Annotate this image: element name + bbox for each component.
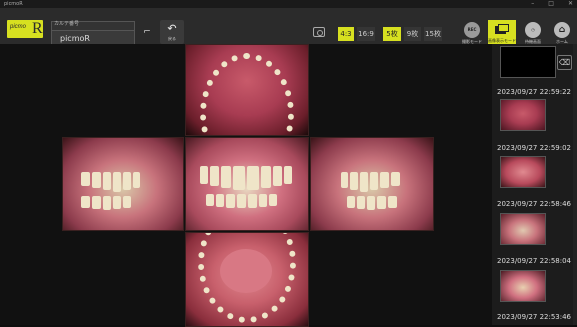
thumbnail-timestamp: 2023/09/27 22:59:02 (497, 144, 572, 152)
logo-text: picmo (10, 24, 27, 30)
picmor-logo: picmo R (7, 20, 43, 38)
logo-letter: R (32, 20, 43, 37)
thumbnail-timestamp: 2023/09/27 22:53:46 (497, 313, 572, 321)
aspect-4-3-button[interactable]: 4:3 (338, 27, 354, 41)
thumbnail-item[interactable] (500, 99, 546, 131)
window-controls: – □ ✕ (527, 0, 573, 8)
toolbar: picmo R カルテ番号 picmoR ⌐ ↶ 戻る 4:3 16:9 5枚 … (0, 8, 577, 48)
patient-id-label: カルテ番号 (54, 21, 80, 27)
thumbnail-image (500, 213, 546, 245)
thumbnail-timestamp: 2023/09/27 22:58:46 (497, 200, 572, 208)
photo-layout (0, 44, 492, 327)
sidebar-scrollbar[interactable] (573, 44, 577, 325)
photo-upper-occlusal[interactable] (185, 44, 309, 136)
photo-frontal[interactable] (185, 137, 309, 231)
photo-lower-occlusal[interactable] (185, 232, 309, 327)
thumbnail-image (500, 156, 546, 188)
back-button[interactable]: ↶ 戻る (160, 20, 184, 44)
thumbnail-sidebar: ⌫ 2023/09/27 22:59:22 2023/09/27 22:59:0… (492, 44, 577, 325)
home-icon: ⌂ (554, 22, 570, 38)
eraser-icon[interactable]: ⌫ (557, 55, 572, 70)
undo-arrow-icon: ↶ (167, 22, 177, 35)
patient-id-field[interactable]: picmoR (51, 30, 135, 45)
edit-icon[interactable]: ⌐ (140, 25, 154, 39)
thumbnail-timestamp: 2023/09/27 22:58:04 (497, 257, 572, 265)
maximize-icon[interactable]: □ (544, 0, 554, 8)
camera-icon[interactable] (313, 27, 325, 37)
thumbnail-item[interactable] (500, 213, 546, 245)
gallery-icon (495, 24, 509, 34)
aspect-16-9-button[interactable]: 16:9 (357, 27, 375, 41)
thumbnail-timestamp: 2023/09/27 22:59:22 (497, 88, 572, 96)
thumbnail-image (500, 99, 546, 131)
thumbnail-item[interactable] (500, 270, 546, 302)
thumbnail-image (500, 270, 546, 302)
minimize-icon[interactable]: – (527, 0, 534, 8)
title-bar: picmoR – □ ✕ (0, 0, 577, 8)
thumbnail-image (500, 46, 556, 78)
rec-icon: REC (464, 22, 480, 38)
photo-right-lateral[interactable] (310, 137, 434, 231)
count-15-button[interactable]: 15枚 (424, 27, 442, 41)
count-5-button[interactable]: 5枚 (383, 27, 401, 41)
window-title: picmoR (4, 1, 23, 7)
photo-left-lateral[interactable] (62, 137, 184, 231)
close-icon[interactable]: ✕ (564, 0, 573, 8)
back-label: 戻る (168, 36, 176, 41)
count-9-button[interactable]: 9枚 (404, 27, 421, 41)
clock-icon: ◷ (525, 22, 541, 38)
thumbnail-item[interactable] (500, 156, 546, 188)
thumbnail-item[interactable] (500, 46, 556, 78)
